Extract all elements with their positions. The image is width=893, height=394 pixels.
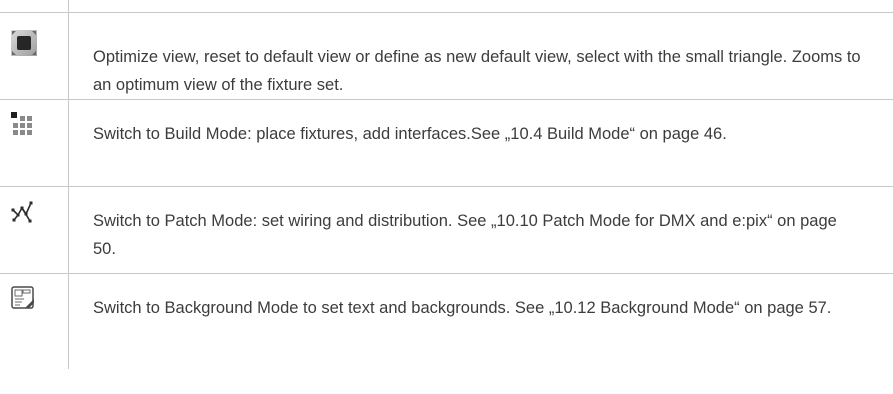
row-description: Switch to Patch Mode: set wiring and dis… — [93, 212, 837, 258]
icon-description-table: Optimize view, reset to default view or … — [0, 13, 893, 369]
table-row-background-mode: Switch to Background Mode to set text an… — [0, 274, 893, 369]
background-mode-icon — [11, 286, 34, 309]
row-description: Optimize view, reset to default view or … — [93, 48, 861, 94]
icon-cell — [0, 100, 69, 186]
row-description: Switch to Background Mode to set text an… — [93, 299, 832, 317]
column-divider — [68, 0, 69, 12]
icon-cell — [0, 187, 69, 273]
optimize-view-icon — [11, 30, 37, 56]
patch-mode-icon — [11, 201, 33, 223]
icon-cell — [0, 274, 69, 369]
table-row-build-mode: Switch to Build Mode: place fixtures, ad… — [0, 100, 893, 187]
table-row-patch-mode: Switch to Patch Mode: set wiring and dis… — [0, 187, 893, 274]
previous-table-fragment — [0, 0, 893, 13]
row-description: Switch to Build Mode: place fixtures, ad… — [93, 125, 727, 143]
icon-cell — [0, 13, 69, 99]
build-mode-icon — [11, 112, 32, 135]
table-row-optimize-view: Optimize view, reset to default view or … — [0, 13, 893, 100]
